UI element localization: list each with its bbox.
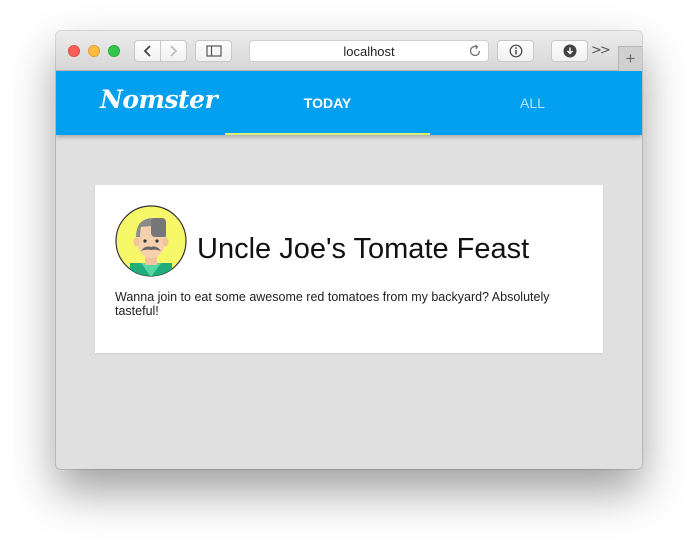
man-mustache-avatar-icon <box>115 205 187 277</box>
reload-icon[interactable] <box>468 44 482 58</box>
chevron-left-icon <box>143 45 151 57</box>
back-button[interactable] <box>135 41 160 61</box>
app-logo[interactable]: Nomster <box>100 85 218 114</box>
double-chevron-right-icon[interactable]: >> <box>591 43 611 58</box>
browser-toolbar: localhost >> + <box>56 31 642 71</box>
event-title: Uncle Joe's Tomate Feast <box>197 233 530 265</box>
info-icon <box>509 44 522 58</box>
chevron-right-icon <box>170 45 178 57</box>
event-description: Wanna join to eat some awesome red tomat… <box>115 290 550 318</box>
downloads-button[interactable] <box>551 40 588 62</box>
browser-window: localhost >> + Nomster TODAY ALL Uncle J… <box>56 31 642 469</box>
sidebar-icon <box>205 45 222 57</box>
main-content: Uncle Joe's Tomate Feast Wanna join to e… <box>56 135 642 469</box>
tab-all[interactable]: ALL <box>430 71 635 135</box>
app-header: Nomster TODAY ALL <box>56 71 642 135</box>
sidebar-toggle-button[interactable] <box>195 40 232 62</box>
page-info-button[interactable] <box>497 40 534 62</box>
history-nav-group <box>134 40 187 62</box>
download-icon <box>563 44 576 58</box>
address-bar[interactable]: localhost <box>249 40 489 62</box>
event-card[interactable]: Uncle Joe's Tomate Feast Wanna join to e… <box>95 185 603 353</box>
new-tab-button[interactable]: + <box>618 46 642 71</box>
close-window-button[interactable] <box>68 45 80 57</box>
maximize-window-button[interactable] <box>108 45 120 57</box>
minimize-window-button[interactable] <box>88 45 100 57</box>
address-text: localhost <box>343 44 395 59</box>
tab-today[interactable]: TODAY <box>225 71 430 135</box>
forward-button[interactable] <box>161 41 186 61</box>
